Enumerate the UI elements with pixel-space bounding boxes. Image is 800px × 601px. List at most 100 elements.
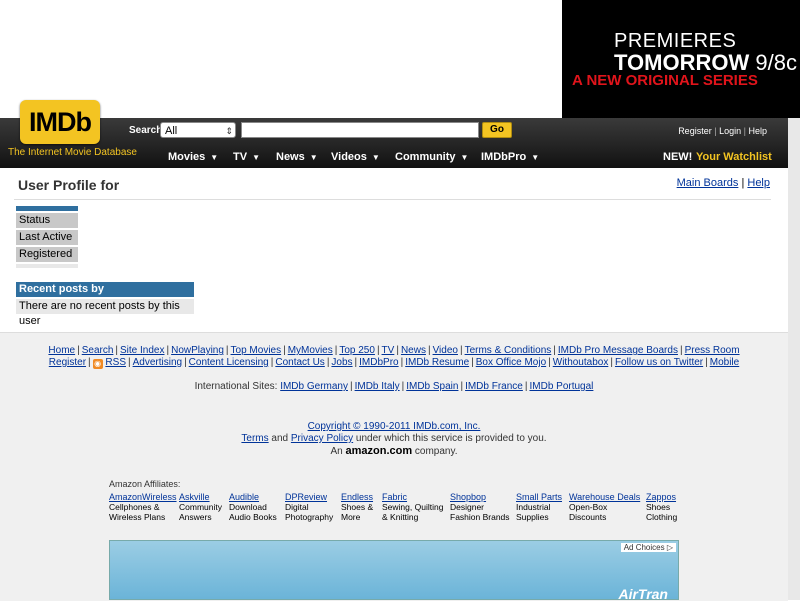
an-text: An (330, 446, 343, 457)
separator: | (270, 357, 274, 368)
footer-link-home[interactable]: Home (48, 345, 75, 356)
footer-link-mymovies[interactable]: MyMovies (288, 345, 333, 356)
help-link[interactable]: Help (748, 126, 767, 136)
separator: | (400, 357, 404, 368)
affiliate-link[interactable]: AmazonWireless (109, 492, 177, 502)
footer-link-content-licensing[interactable]: Content Licensing (189, 357, 269, 368)
premiere-ad-banner[interactable]: PREMIERES TOMORROW 9/8c A NEW ORIGINAL S… (562, 0, 800, 118)
intl-link-spain[interactable]: IMDb Spain (406, 381, 458, 392)
search-select-value: All (165, 125, 178, 137)
register-link[interactable]: Register (678, 126, 712, 136)
footer-link-register[interactable]: Register (49, 357, 86, 368)
separator: | (460, 381, 464, 392)
affiliate-desc: Sewing, Quilting (382, 502, 444, 512)
nav-news[interactable]: News ▼ (276, 151, 318, 163)
amazon-logo[interactable]: amazon.com (345, 445, 412, 457)
affiliate-desc: Audio Books (229, 512, 277, 522)
nav-community[interactable]: Community ▼ (395, 151, 468, 163)
separator: | (77, 345, 80, 356)
privacy-policy-link[interactable]: Privacy Policy (291, 433, 353, 444)
affiliate-desc: Designer (450, 502, 485, 512)
separator: | (610, 357, 613, 368)
footer-link-site-index[interactable]: Site Index (120, 345, 164, 356)
nav-imdbpro[interactable]: IMDbPro ▼ (481, 151, 539, 163)
footer-link-withoutabox[interactable]: Withoutabox (553, 357, 609, 368)
affiliate-item: Fabric Sewing, Quilting & Knitting (382, 492, 443, 522)
affiliate-link[interactable]: Endless (341, 492, 373, 502)
board-help-link[interactable]: Help (747, 177, 770, 189)
affiliate-link[interactable]: Audible (229, 492, 277, 502)
affiliate-link[interactable]: Fabric (382, 492, 443, 502)
affiliate-link[interactable]: Zappos (646, 492, 677, 502)
airtran-ad-banner[interactable]: Ad Choices ▷ AirTran (109, 540, 679, 600)
footer-link-search[interactable]: Search (82, 345, 114, 356)
rss-icon[interactable]: ◉ (92, 359, 103, 369)
page-title: User Profile for (18, 177, 120, 193)
board-links: Main Boards | Help (677, 177, 770, 189)
affiliate-link[interactable]: DPReview (285, 492, 333, 502)
separator: | (115, 345, 119, 356)
footer-link-rss[interactable]: RSS (105, 357, 126, 368)
affiliate-desc: Open-Box (569, 502, 608, 512)
nav-label: Movies (168, 151, 206, 163)
separator: | (376, 345, 380, 356)
affiliate-link[interactable]: Warehouse Deals (569, 492, 640, 502)
copyright-link[interactable]: Copyright © 1990-2011 IMDb.com, Inc. (308, 421, 481, 432)
page-right-edge (788, 118, 800, 600)
terms-link[interactable]: Terms (241, 433, 268, 444)
logo-text: IMDb (29, 107, 92, 137)
login-link[interactable]: Login (719, 126, 741, 136)
nav-videos[interactable]: Videos ▼ (331, 151, 380, 163)
separator: | (705, 357, 708, 368)
footer-link-nowplaying[interactable]: NowPlaying (171, 345, 224, 356)
caret-down-icon: ▼ (371, 153, 380, 162)
footer-link-imdbpro[interactable]: IMDbPro (359, 357, 398, 368)
footer-link-pro-boards[interactable]: IMDb Pro Message Boards (558, 345, 678, 356)
footer-link-video[interactable]: Video (433, 345, 458, 356)
separator: | (354, 357, 358, 368)
intl-link-portugal[interactable]: IMDb Portugal (529, 381, 593, 392)
separator: | (427, 345, 431, 356)
footer-link-top-movies[interactable]: Top Movies (231, 345, 282, 356)
footer-link-twitter[interactable]: Follow us on Twitter (615, 357, 703, 368)
main-boards-link[interactable]: Main Boards (677, 177, 739, 189)
imdb-logo[interactable]: IMDb (20, 100, 100, 144)
last-active-row: Last Active (16, 230, 78, 245)
ad-choices-link[interactable]: Ad Choices ▷ (620, 543, 676, 552)
footer-link-contact-us[interactable]: Contact Us (275, 357, 324, 368)
table-footer (16, 264, 78, 268)
nav-movies[interactable]: Movies ▼ (168, 151, 218, 163)
nav-tv[interactable]: TV ▼ (233, 151, 260, 163)
copyright-line: Copyright © 1990-2011 IMDb.com, Inc. (0, 421, 788, 432)
footer-link-advertising[interactable]: Advertising (133, 357, 182, 368)
affiliate-desc: Shoes (646, 502, 671, 512)
search-category-select[interactable]: All ⇕ (160, 122, 236, 138)
footer-link-imdb-resume[interactable]: IMDb Resume (405, 357, 469, 368)
intl-link-italy[interactable]: IMDb Italy (355, 381, 400, 392)
recent-posts-panel: Recent posts by There are no recent post… (16, 282, 194, 327)
terms-line: Terms and Privacy Policy under which thi… (0, 433, 788, 444)
intl-link-france[interactable]: IMDb France (465, 381, 523, 392)
affiliate-link[interactable]: Askville (179, 492, 222, 502)
footer-link-terms[interactable]: Terms & Conditions (465, 345, 552, 356)
footer-link-mobile[interactable]: Mobile (710, 357, 739, 368)
intl-link-germany[interactable]: IMDb Germany (280, 381, 348, 392)
watchlist-link[interactable]: Your Watchlist (696, 151, 772, 163)
caret-down-icon: ▼ (252, 153, 260, 162)
footer-link-box-office-mojo[interactable]: Box Office Mojo (476, 357, 546, 368)
terms-and: and (271, 433, 289, 444)
ad-line-2-time: 9/8c (755, 50, 797, 75)
separator: | (349, 381, 353, 392)
search-input[interactable] (241, 122, 479, 138)
affiliate-desc: Community (179, 502, 222, 512)
footer-link-tv[interactable]: TV (382, 345, 395, 356)
airtran-logo: AirTran (618, 586, 668, 600)
footer-link-jobs[interactable]: Jobs (331, 357, 352, 368)
affiliate-link[interactable]: Small Parts (516, 492, 562, 502)
footer-link-news[interactable]: News (401, 345, 426, 356)
footer-link-top-250[interactable]: Top 250 (339, 345, 375, 356)
go-button[interactable]: Go (482, 122, 512, 138)
affiliate-item: DPReview Digital Photography (285, 492, 333, 522)
affiliate-link[interactable]: Shopbop (450, 492, 510, 502)
footer-link-press-room[interactable]: Press Room (685, 345, 740, 356)
